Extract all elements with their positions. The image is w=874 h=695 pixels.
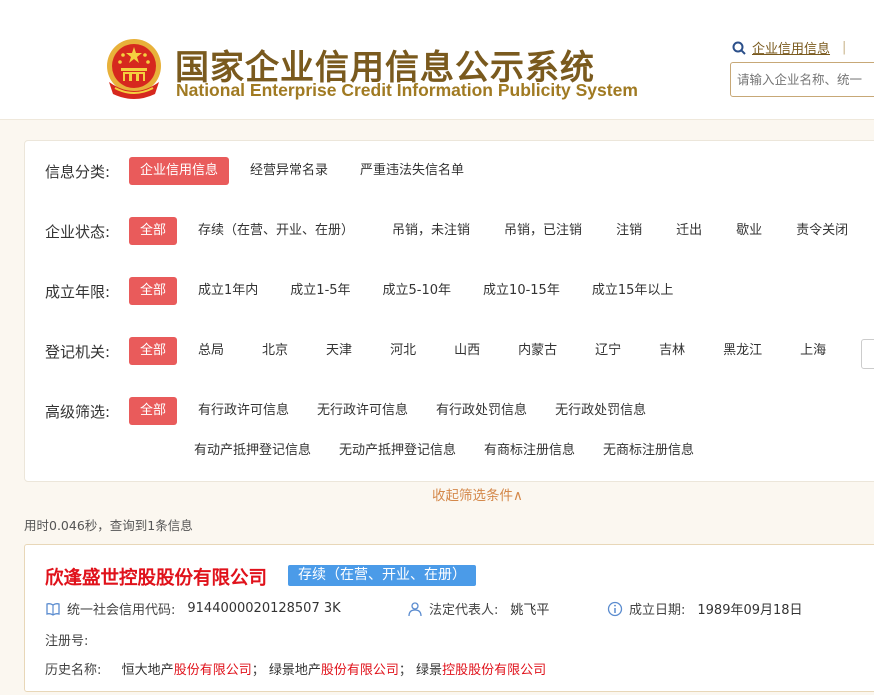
credit-code-value: 9144000020128507 3K xyxy=(187,601,341,616)
filter-chip[interactable]: 内蒙古 xyxy=(507,337,568,365)
more-authority-button[interactable] xyxy=(861,339,874,369)
filter-chip[interactable]: 天津 xyxy=(315,337,363,365)
filter-chip[interactable]: 全部 xyxy=(129,217,178,245)
filter-chip[interactable]: 无行政许可信息 xyxy=(306,397,419,425)
founded-value: 1989年09月18日 xyxy=(697,603,803,618)
history-name-plain: 绿景地产 xyxy=(268,663,321,678)
history-name-highlight: 股份有限公司 xyxy=(320,663,399,678)
company-name-link[interactable]: 欣逢盛世控股股份有限公司 xyxy=(45,564,267,590)
filter-chip[interactable]: 有商标注册信息 xyxy=(473,437,586,465)
credit-code-label: 统一社会信用代码: xyxy=(67,603,176,618)
site-header: 国家企业信用信息公示系统 National Enterprise Credit … xyxy=(0,0,874,120)
history-name-highlight: 控股股份有限公司 xyxy=(442,663,547,678)
filter-chip[interactable]: 经营异常名录 xyxy=(239,157,339,185)
filter-chip[interactable]: 成立5-10年 xyxy=(372,277,463,305)
filter-chip[interactable]: 成立1年内 xyxy=(187,277,269,305)
person-icon xyxy=(408,601,422,616)
filter-chip[interactable]: 黑龙江 xyxy=(712,337,773,365)
history-names: 历史名称: 恒大地产股份有限公司； 绿景地产股份有限公司； 绿景控股股份有限公司 xyxy=(45,659,546,678)
legal-rep-value: 姚飞平 xyxy=(510,603,550,618)
enterprise-credit-link[interactable]: 企业信用信息 xyxy=(752,38,830,57)
filter-chip[interactable]: 无动产抵押登记信息 xyxy=(328,437,467,465)
filter-chip[interactable]: 存续（在营、开业、在册） xyxy=(187,217,365,245)
filter-chip[interactable]: 总局 xyxy=(187,337,235,365)
filter-chip[interactable]: 成立10-15年 xyxy=(472,277,571,305)
filter-row-years: 成立年限: 全部 成立1年内 成立1-5年 成立5-10年 成立10-15年 成… xyxy=(45,277,694,305)
filter-chip[interactable]: 北京 xyxy=(251,337,299,365)
filter-chip[interactable]: 无行政处罚信息 xyxy=(544,397,657,425)
founded-label: 成立日期: xyxy=(629,603,686,618)
legal-rep-field: 法定代表人: 姚飞平 xyxy=(407,599,549,618)
filter-row-advanced-2: 有动产抵押登记信息 无动产抵押登记信息 有商标注册信息 无商标注册信息 xyxy=(183,437,715,465)
history-name-plain: 恒大地产 xyxy=(121,663,174,678)
filter-chip[interactable]: 成立15年以上 xyxy=(581,277,685,305)
filter-chip[interactable]: 有行政处罚信息 xyxy=(425,397,538,425)
filter-chip[interactable]: 吊销，已注销 xyxy=(493,217,593,245)
history-name-plain: 绿景 xyxy=(416,663,443,678)
filter-panel: 信息分类: 企业信用信息 经营异常名录 严重违法失信名单 企业状态: 全部 存续… xyxy=(24,140,874,482)
filter-label: 高级筛选: xyxy=(45,402,111,421)
filter-chip[interactable]: 全部 xyxy=(129,337,178,365)
history-label: 历史名称: xyxy=(45,663,102,678)
legal-rep-label: 法定代表人: xyxy=(429,603,499,618)
filter-row-advanced: 高级筛选: 全部 有行政许可信息 无行政许可信息 有行政处罚信息 无行政处罚信息 xyxy=(45,397,667,425)
filter-chip[interactable]: 迁出 xyxy=(665,217,713,245)
filter-chip[interactable]: 歇业 xyxy=(725,217,773,245)
filter-chip[interactable]: 成立1-5年 xyxy=(279,277,361,305)
info-icon xyxy=(607,601,623,616)
top-nav: 企业信用信息 | xyxy=(732,38,846,57)
search-stats: 用时0.046秒，查询到1条信息 xyxy=(24,518,193,533)
filter-chip[interactable]: 全部 xyxy=(129,397,178,425)
nav-divider: | xyxy=(842,40,847,55)
search-input[interactable] xyxy=(730,62,874,97)
result-card[interactable]: 欣逢盛世控股股份有限公司 存续（在营、开业、在册） 统一社会信用代码: 9144… xyxy=(24,544,874,692)
filter-chip[interactable]: 有动产抵押登记信息 xyxy=(183,437,322,465)
filter-row-category: 信息分类: 企业信用信息 经营异常名录 严重违法失信名单 xyxy=(45,157,485,185)
filter-chip[interactable]: 全部 xyxy=(129,277,178,305)
filter-chip[interactable]: 辽宁 xyxy=(584,337,632,365)
filter-label: 登记机关: xyxy=(45,342,111,361)
status-badge: 存续（在营、开业、在册） xyxy=(288,565,476,586)
filter-chip[interactable]: 河北 xyxy=(379,337,427,365)
collapse-filters-button[interactable]: 收起筛选条件∧ xyxy=(432,484,523,504)
site-subtitle: National Enterprise Credit Information P… xyxy=(176,80,638,100)
filter-chip[interactable]: 有行政许可信息 xyxy=(187,397,300,425)
filter-chip[interactable]: 吊销，未注销 xyxy=(381,217,481,245)
search-icon xyxy=(732,41,746,55)
credit-code-field: 统一社会信用代码: 9144000020128507 3K xyxy=(45,599,341,618)
filter-chip[interactable]: 企业信用信息 xyxy=(129,157,230,185)
filter-row-status: 企业状态: 全部 存续（在营、开业、在册） 吊销，未注销 吊销，已注销 注销 迁… xyxy=(45,217,869,245)
reg-number-label: 注册号: xyxy=(45,634,89,649)
history-separator: ； xyxy=(398,663,412,678)
filter-label: 信息分类: xyxy=(45,162,111,181)
filter-label: 企业状态: xyxy=(45,222,111,241)
founded-field: 成立日期: 1989年09月18日 xyxy=(607,599,803,618)
filter-chip[interactable]: 上海 xyxy=(789,337,837,365)
filter-chip[interactable]: 吉林 xyxy=(648,337,696,365)
filter-chip[interactable]: 注销 xyxy=(605,217,653,245)
filter-label: 成立年限: xyxy=(45,282,111,301)
filter-row-authority: 登记机关: 全部 总局 北京 天津 河北 山西 内蒙古 辽宁 吉林 黑龙江 上海… xyxy=(45,337,874,365)
filter-chip[interactable]: 严重违法失信名单 xyxy=(349,157,475,185)
filter-chip[interactable]: 无商标注册信息 xyxy=(592,437,705,465)
national-emblem-icon xyxy=(107,39,161,99)
history-separator: ； xyxy=(251,663,265,678)
book-icon xyxy=(46,602,60,616)
history-name-highlight: 股份有限公司 xyxy=(173,663,252,678)
filter-chip[interactable]: 山西 xyxy=(443,337,491,365)
filter-chip[interactable]: 责令关闭 xyxy=(785,217,859,245)
